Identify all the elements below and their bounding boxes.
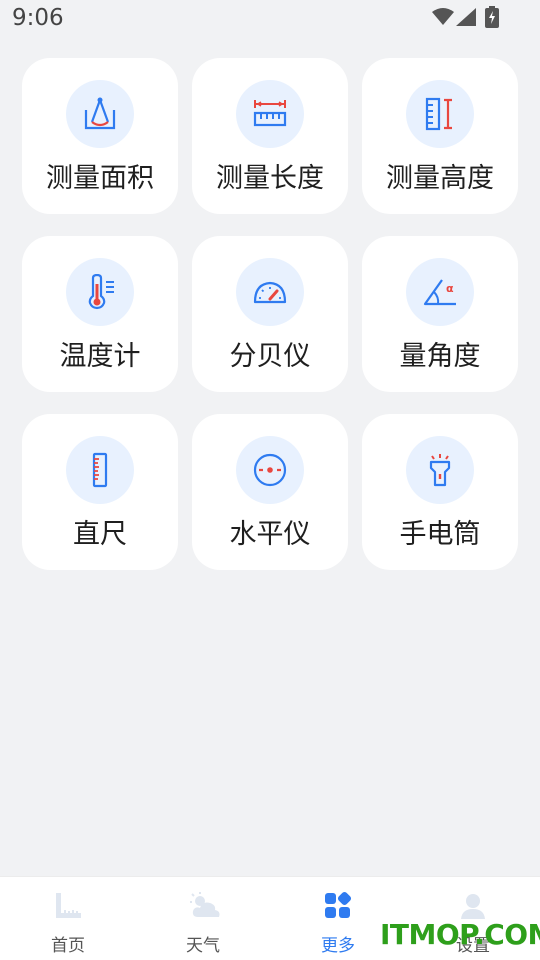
tool-card-level[interactable]: 水平仪 <box>192 414 348 570</box>
ruler-length-icon-bg <box>236 80 304 148</box>
tool-card-height[interactable]: 测量高度 <box>362 58 518 214</box>
straight-ruler-icon <box>92 452 108 488</box>
tool-card-area[interactable]: 测量面积 <box>22 58 178 214</box>
nav-item-home[interactable]: 首页 <box>28 877 108 960</box>
tool-card-angle[interactable]: α 量角度 <box>362 236 518 392</box>
area-measure-icon <box>84 97 116 130</box>
tool-label-height: 测量高度 <box>386 163 494 194</box>
tool-card-ruler[interactable]: 直尺 <box>22 414 178 570</box>
tool-card-flashlight[interactable]: 手电筒 <box>362 414 518 570</box>
status-time: 9:06 <box>12 5 64 31</box>
protractor-angle-icon: α <box>423 279 456 306</box>
battery-charging-icon <box>485 6 499 28</box>
thermometer-icon-bg <box>66 258 134 326</box>
svg-text:α: α <box>446 282 454 295</box>
wifi-icon <box>432 8 454 25</box>
flashlight-icon <box>429 454 451 487</box>
height-ruler-icon-bg <box>406 80 474 148</box>
tool-label-flashlight: 手电筒 <box>399 519 481 550</box>
status-bar: 9:06 <box>0 0 540 38</box>
ruler-length-icon <box>253 100 287 127</box>
straight-ruler-icon-bg <box>66 436 134 504</box>
protractor-angle-icon-bg: α <box>406 258 474 326</box>
home-ruler-icon <box>56 893 81 918</box>
tool-label-angle: 量角度 <box>399 341 481 372</box>
user-settings-icon <box>461 894 485 919</box>
watermark-logo: ITMOP.COM <box>380 918 540 951</box>
nav-item-weather[interactable]: 天气 <box>163 877 243 960</box>
tool-label-ruler: 直尺 <box>73 519 127 550</box>
level-icon-bg <box>236 436 304 504</box>
height-ruler-icon <box>425 97 452 131</box>
signal-icon <box>456 8 476 26</box>
decibel-gauge-icon <box>253 281 287 304</box>
tool-label-level: 水平仪 <box>229 519 311 550</box>
tool-card-length[interactable]: 测量长度 <box>192 58 348 214</box>
nav-label-home: 首页 <box>51 936 85 956</box>
tool-label-area: 测量面积 <box>46 163 154 194</box>
decibel-gauge-icon-bg <box>236 258 304 326</box>
nav-label-weather: 天气 <box>186 936 220 956</box>
nav-item-more[interactable]: 更多 <box>298 877 378 960</box>
level-icon <box>253 453 287 487</box>
tool-label-decibel: 分贝仪 <box>229 341 311 372</box>
flashlight-icon-bg <box>406 436 474 504</box>
area-measure-icon-bg <box>66 80 134 148</box>
thermometer-icon <box>88 274 114 310</box>
nav-label-more: 更多 <box>321 936 355 956</box>
tool-label-length: 测量长度 <box>216 163 324 194</box>
weather-icon <box>190 892 220 917</box>
tool-label-thermometer: 温度计 <box>59 341 141 372</box>
tool-card-thermometer[interactable]: 温度计 <box>22 236 178 392</box>
tool-card-decibel[interactable]: 分贝仪 <box>192 236 348 392</box>
more-apps-icon <box>325 891 352 918</box>
